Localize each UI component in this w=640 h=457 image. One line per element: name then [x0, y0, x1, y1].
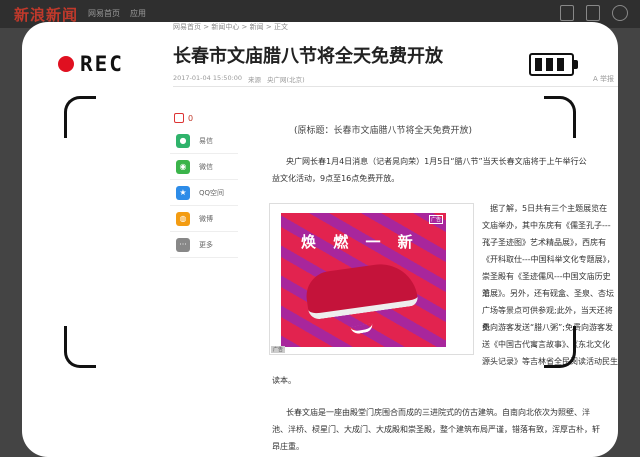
wechat-icon: ◉	[176, 159, 190, 174]
battery-cells	[534, 58, 569, 71]
source-label: 来源	[248, 76, 262, 84]
ad-container[interactable]: 焕 燃 一 新 广告 广告	[269, 203, 474, 355]
video-icon[interactable]	[586, 5, 600, 21]
battery-cell	[557, 58, 564, 71]
paragraph-3-line-1: 长春文庙是一座由殿堂门庑围合而成的三进院式的仿古建筑。自南向北依次为照壁、泮	[286, 408, 590, 417]
paragraph-2-line: 孔子圣迹图》艺术精品展》，西庑有	[482, 238, 606, 247]
original-title: (原标题：长春市文庙腊八节将全天免费开放)	[294, 126, 473, 136]
share-label: QQ空间	[199, 188, 225, 197]
battery-cell	[535, 58, 542, 71]
rec-indicator: REC	[58, 52, 124, 76]
page-title: 长春市文庙腊八节将全天免费开放	[173, 46, 443, 67]
nav-link-home[interactable]: 网易首页	[88, 8, 120, 19]
comment-count[interactable]: 0	[170, 108, 238, 128]
pencil-icon	[174, 113, 184, 123]
comment-count-value: 0	[188, 113, 194, 123]
paragraph-1-line-2: 益文化活动，9点至16点免费开放。	[272, 174, 400, 183]
battery-cell	[546, 58, 553, 71]
ad-label: 广告	[271, 346, 286, 353]
share-wechat-button[interactable]: ◉ 微信	[170, 154, 238, 180]
frame-corner-top-left	[64, 96, 96, 138]
ad-slogan: 焕 燃 一 新	[301, 233, 419, 251]
nav-link-apps[interactable]: 应用	[130, 8, 146, 19]
share-column: 0 ● 易信 ◉ 微信 ★ QQ空间 ◍ 微博 ··· 更多	[170, 108, 238, 258]
user-icon[interactable]	[612, 5, 628, 21]
publish-time: 2017-01-04 15:50:00	[173, 74, 243, 82]
more-icon: ···	[176, 237, 190, 252]
camera-frame-card: 网易首页 > 新闻中心 > 新闻 > 正文 长春市文庙腊八节将全天免费开放 20…	[22, 22, 618, 457]
frame-corner-bottom-left	[64, 326, 96, 368]
frame-corner-top-right	[544, 96, 576, 138]
title-divider	[173, 86, 618, 87]
report-link[interactable]: A 举报	[593, 74, 614, 84]
share-yixin-button[interactable]: ● 易信	[170, 128, 238, 154]
share-more-button[interactable]: ··· 更多	[170, 232, 238, 258]
mobile-icon[interactable]	[560, 5, 574, 21]
paragraph-2-line: 《开科取仕---中国科举文化专题展》，	[482, 255, 615, 264]
paragraph-2-line: 据了解，5日共有三个主题展览在	[490, 204, 608, 213]
paragraph-1-line-1: 央广网长春1月4日消息（记者晁向荣）1月5日“腊八节”当天长春文庙将于上午举行公	[286, 157, 587, 166]
paragraph-2-line: 革展》。另外，还有砚盒、圣泉、杏坛	[482, 289, 614, 298]
battery-icon	[529, 53, 578, 76]
share-qzone-button[interactable]: ★ QQ空间	[170, 180, 238, 206]
record-dot-icon	[58, 56, 74, 72]
ad-banner[interactable]: 焕 燃 一 新 广告	[281, 213, 446, 347]
paragraph-2-end: 读本。	[272, 376, 296, 385]
ad-tag: 广告	[428, 215, 443, 224]
share-label: 微博	[199, 214, 213, 223]
frame-corner-bottom-right	[544, 326, 576, 368]
source-link[interactable]: 央广网(北京)	[267, 74, 305, 84]
share-label: 微信	[199, 162, 213, 171]
share-label: 易信	[199, 136, 213, 145]
qzone-icon: ★	[176, 185, 190, 200]
breadcrumb: 网易首页 > 新闻中心 > 新闻 > 正文	[173, 23, 288, 31]
yixin-icon: ●	[176, 133, 190, 148]
top-nav-links: 网易首页 应用	[88, 8, 146, 19]
share-weibo-button[interactable]: ◍ 微博	[170, 206, 238, 232]
weibo-icon: ◍	[176, 211, 190, 226]
article-meta: 2017-01-04 15:50:00 来源 央广网(北京)	[173, 74, 305, 84]
rec-label: REC	[80, 52, 124, 76]
share-label: 更多	[199, 240, 213, 249]
paragraph-3-line-2: 池、泮桥、棂星门、大成门、大成殿和崇圣殿，整个建筑布局严谨，错落有致，浑厚古朴，…	[272, 425, 600, 434]
top-icons	[560, 5, 628, 21]
paragraph-3-line-3: 昂庄重。	[272, 442, 304, 451]
